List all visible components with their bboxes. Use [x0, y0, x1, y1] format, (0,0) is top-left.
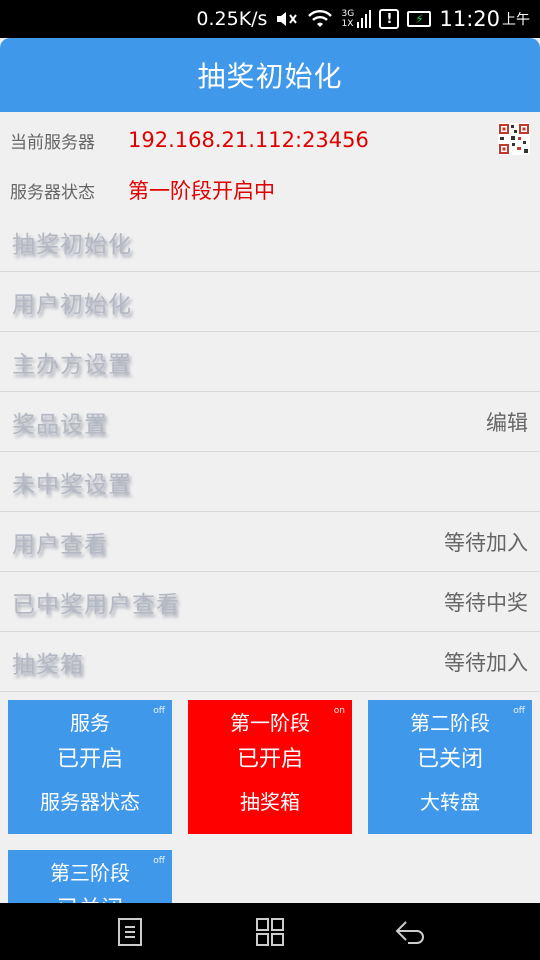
tile-title: 服务: [70, 711, 110, 735]
menu-item-organizer-settings[interactable]: 主办方设置: [0, 332, 540, 392]
server-status-value: 第一阶段开启中: [128, 179, 275, 203]
menu-item-lottery-init[interactable]: 抽奖初始化: [0, 212, 540, 272]
page-title-bar: 抽奖初始化: [0, 38, 540, 112]
tile-state: 已关闭: [57, 888, 123, 903]
tile-service[interactable]: off 服务 已开启 服务器状态: [8, 700, 172, 834]
menu-item-label: 主办方设置: [12, 351, 132, 378]
cellular-signal-icon: 3G 1X: [341, 8, 372, 30]
menu-item-user-view[interactable]: 用户查看 等待加入: [0, 512, 540, 572]
toggle-state-label: off: [153, 706, 165, 716]
tile-action: 服务器状态: [40, 790, 140, 814]
tile-title: 第三阶段: [50, 861, 130, 885]
page-title: 抽奖初始化: [197, 60, 343, 93]
clock-ampm: 上午: [502, 12, 530, 28]
notification-icon: !: [379, 9, 400, 29]
current-server-label: 当前服务器: [10, 132, 95, 153]
mute-icon: [275, 8, 299, 30]
battery-charging-icon: ⚡: [407, 11, 432, 27]
tile-stage-one[interactable]: on 第一阶段 已开启 抽奖箱: [188, 700, 352, 834]
tile-action: 大转盘: [420, 790, 480, 814]
menu-item-lottery-box[interactable]: 抽奖箱 等待加入: [0, 632, 540, 692]
menu-item-label: 用户初始化: [12, 291, 132, 318]
system-nav-bar: [0, 903, 540, 960]
menu-item-prize-settings[interactable]: 奖品设置 编辑: [0, 392, 540, 452]
signal-3g-label: 3G: [341, 9, 355, 19]
menu-item-no-prize-settings[interactable]: 未中奖设置: [0, 452, 540, 512]
tile-state: 已开启: [56, 747, 123, 772]
tile-stage-three[interactable]: off 第三阶段 已关闭: [8, 850, 172, 903]
tile-title: 第二阶段: [410, 711, 490, 735]
signal-1x-label: 1X: [341, 19, 354, 29]
toggle-state-label: on: [333, 706, 345, 716]
home-grid-icon[interactable]: [250, 912, 290, 952]
status-bar: 0.25K/s 3G 1X ! ⚡ 11:20 上午: [0, 0, 540, 38]
tile-stage-two[interactable]: off 第二阶段 已关闭 大转盘: [368, 700, 532, 834]
tile-state: 已开启: [236, 747, 303, 772]
menu-item-status: 等待加入: [444, 530, 528, 555]
menu-item-status: 等待中奖: [444, 590, 528, 615]
menu-item-label: 用户查看: [12, 531, 108, 558]
menu-item-label: 抽奖初始化: [12, 231, 132, 258]
back-arrow-icon[interactable]: [390, 912, 430, 952]
menu-item-label: 未中奖设置: [12, 471, 132, 498]
tile-title: 第一阶段: [230, 711, 310, 735]
server-status-label: 服务器状态: [10, 182, 95, 203]
menu-item-status: 等待加入: [444, 650, 528, 675]
toggle-state-label: off: [513, 706, 525, 716]
clock-time: 11:20: [439, 7, 500, 31]
menu-item-label: 已中奖用户查看: [12, 591, 180, 618]
menu-item-winner-view[interactable]: 已中奖用户查看 等待中奖: [0, 572, 540, 632]
menu-icon[interactable]: [110, 912, 150, 952]
wifi-icon: [307, 8, 333, 30]
tile-state: 已关闭: [416, 747, 483, 772]
menu-item-label: 奖品设置: [12, 411, 108, 438]
menu-item-user-init[interactable]: 用户初始化: [0, 272, 540, 332]
edit-link[interactable]: 编辑: [486, 407, 528, 437]
network-speed: 0.25K/s: [196, 8, 268, 30]
tile-action: 抽奖箱: [240, 790, 300, 814]
current-server-value: 192.168.21.112:23456: [128, 128, 369, 152]
menu-list: 抽奖初始化 用户初始化 主办方设置 奖品设置 编辑 未中奖设置 用户查看 等待加…: [0, 212, 540, 692]
toggle-state-label: off: [153, 856, 165, 866]
qr-code-icon[interactable]: [498, 123, 530, 155]
current-server-row: 当前服务器 192.168.21.112:23456: [0, 115, 540, 165]
server-status-row: 服务器状态 第一阶段开启中: [0, 165, 540, 215]
menu-item-label: 抽奖箱: [12, 651, 84, 678]
